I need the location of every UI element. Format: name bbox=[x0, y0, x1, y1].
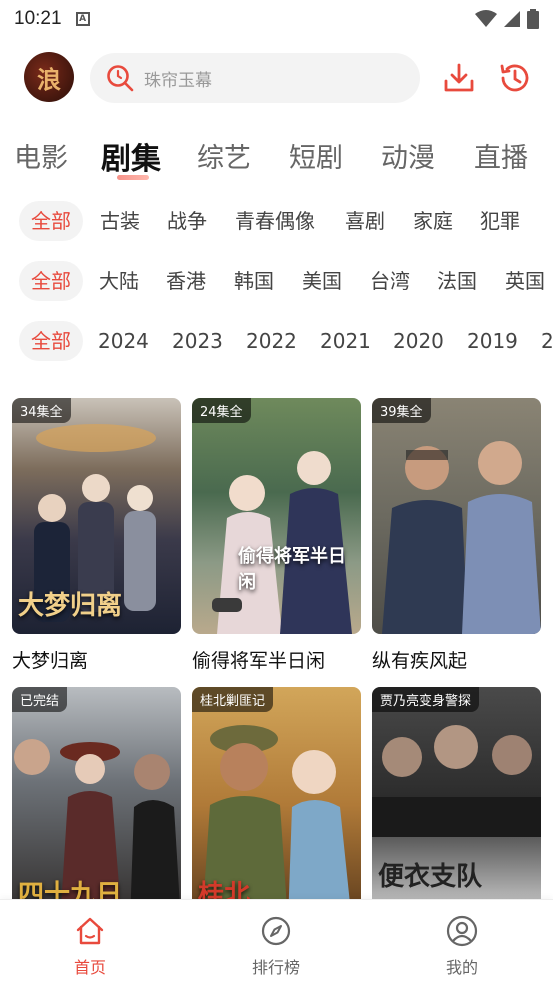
status-time: 10:21 bbox=[14, 8, 62, 29]
genre-chip[interactable]: 战争 bbox=[167, 201, 207, 241]
history-icon bbox=[500, 64, 529, 92]
genre-chip[interactable]: 喜剧 bbox=[345, 201, 385, 241]
region-filter-row: 全部 大陆 香港 韩国 美国 台湾 法国 英国 bbox=[0, 261, 553, 301]
year-chip[interactable]: 2021 bbox=[320, 321, 371, 361]
year-chip[interactable]: 2024 bbox=[98, 321, 149, 361]
series-poster: 已完结 四十九日 bbox=[12, 687, 181, 923]
download-button[interactable] bbox=[441, 60, 477, 96]
tab-series[interactable]: 剧集 bbox=[101, 134, 161, 180]
wifi-icon bbox=[475, 10, 497, 27]
app-logo[interactable]: 浪 bbox=[24, 52, 74, 102]
tab-movie[interactable]: 电影 bbox=[14, 136, 68, 175]
region-chip[interactable]: 美国 bbox=[302, 261, 342, 301]
category-tabs: 电影 剧集 综艺 短剧 动漫 直播 bbox=[0, 132, 553, 180]
series-title: 大梦归离 bbox=[12, 650, 89, 672]
series-card[interactable]: 贾乃亮变身警探 便衣支队 bbox=[372, 687, 541, 923]
battery-icon bbox=[527, 9, 539, 29]
series-card[interactable]: 24集全 偷得将军半日闲 偷得将军半日闲 bbox=[192, 398, 361, 673]
series-poster: 39集全 bbox=[372, 398, 541, 634]
region-chip[interactable]: 法国 bbox=[437, 261, 477, 301]
tab-short-drama[interactable]: 短剧 bbox=[289, 136, 343, 175]
nav-profile[interactable]: 我的 bbox=[417, 914, 507, 978]
year-chip[interactable]: 2022 bbox=[246, 321, 297, 361]
series-poster: 34集全 大梦归离 bbox=[12, 398, 181, 634]
series-card[interactable]: 39集全 纵有疾风起 bbox=[372, 398, 541, 673]
tag-badge: 贾乃亮变身警探 bbox=[372, 687, 480, 712]
episode-badge: 34集全 bbox=[12, 398, 71, 423]
genre-chip[interactable]: 青春偶像 bbox=[235, 201, 315, 241]
nav-ranking[interactable]: 排行榜 bbox=[231, 914, 321, 978]
search-icon bbox=[107, 65, 134, 92]
year-chip-all[interactable]: 全部 bbox=[19, 321, 83, 361]
status-icons bbox=[475, 9, 539, 29]
series-poster: 桂北剿匪记 桂北 bbox=[192, 687, 361, 923]
poster-title: 偷得将军半日闲 bbox=[238, 546, 346, 593]
poster-title: 大梦归离 bbox=[18, 591, 123, 621]
episode-badge: 39集全 bbox=[372, 398, 431, 423]
status-bar: 10:21 A bbox=[0, 0, 553, 38]
nav-home-label: 首页 bbox=[73, 958, 106, 977]
year-filter-row: 全部 2024 2023 2022 2021 2020 2019 2 bbox=[0, 321, 553, 361]
tag-badge: 桂北剿匪记 bbox=[192, 687, 274, 712]
signal-icon bbox=[504, 11, 520, 27]
year-chip[interactable]: 2020 bbox=[393, 321, 444, 361]
genre-chip[interactable]: 古装 bbox=[100, 201, 140, 241]
tab-variety[interactable]: 综艺 bbox=[197, 136, 251, 175]
region-chip[interactable]: 韩国 bbox=[234, 261, 274, 301]
episode-badge: 24集全 bbox=[192, 398, 251, 423]
home-icon bbox=[76, 917, 104, 945]
compass-icon bbox=[261, 916, 291, 946]
user-icon bbox=[446, 915, 478, 947]
genre-chip[interactable]: 犯罪 bbox=[480, 201, 520, 241]
series-card[interactable]: 桂北剿匪记 桂北 bbox=[192, 687, 361, 923]
app-header: 浪 珠帘玉幕 bbox=[0, 52, 553, 106]
download-icon bbox=[444, 63, 474, 92]
status-badge: 已完结 bbox=[12, 687, 68, 712]
bottom-navigation: 首页 排行榜 我的 bbox=[0, 899, 553, 984]
tab-anime[interactable]: 动漫 bbox=[381, 136, 435, 175]
region-chip[interactable]: 香港 bbox=[166, 261, 206, 301]
region-chip[interactable]: 大陆 bbox=[99, 261, 139, 301]
search-input[interactable]: 珠帘玉幕 bbox=[90, 53, 420, 103]
search-placeholder: 珠帘玉幕 bbox=[144, 70, 212, 91]
year-chip[interactable]: 2 bbox=[541, 321, 553, 361]
nav-home[interactable]: 首页 bbox=[45, 914, 135, 978]
history-button[interactable] bbox=[497, 60, 533, 96]
nav-profile-label: 我的 bbox=[445, 958, 478, 977]
series-title: 偷得将军半日闲 bbox=[192, 650, 326, 672]
series-card[interactable]: 已完结 四十九日 bbox=[12, 687, 181, 923]
year-chip[interactable]: 2023 bbox=[172, 321, 223, 361]
genre-filter-row: 全部 古装 战争 青春偶像 喜剧 家庭 犯罪 bbox=[0, 201, 553, 241]
series-card[interactable]: 34集全 大梦归离 大梦归离 bbox=[12, 398, 181, 673]
notification-a-icon: A bbox=[75, 12, 90, 26]
poster-figures bbox=[212, 451, 352, 634]
genre-chip-all[interactable]: 全部 bbox=[19, 201, 83, 241]
series-title: 纵有疾风起 bbox=[372, 650, 468, 672]
year-chip[interactable]: 2019 bbox=[467, 321, 518, 361]
poster-figures bbox=[382, 441, 541, 634]
region-chip[interactable]: 英国 bbox=[505, 261, 545, 301]
logo-text: 浪 bbox=[37, 64, 61, 94]
series-poster: 贾乃亮变身警探 便衣支队 bbox=[372, 687, 541, 923]
genre-chip[interactable]: 家庭 bbox=[413, 201, 453, 241]
region-chip[interactable]: 台湾 bbox=[370, 261, 410, 301]
tab-live[interactable]: 直播 bbox=[474, 136, 528, 175]
nav-ranking-label: 排行榜 bbox=[251, 958, 300, 977]
poster-title: 便衣支队 bbox=[378, 862, 483, 892]
region-chip-all[interactable]: 全部 bbox=[19, 261, 83, 301]
series-poster: 24集全 偷得将军半日闲 bbox=[192, 398, 361, 634]
